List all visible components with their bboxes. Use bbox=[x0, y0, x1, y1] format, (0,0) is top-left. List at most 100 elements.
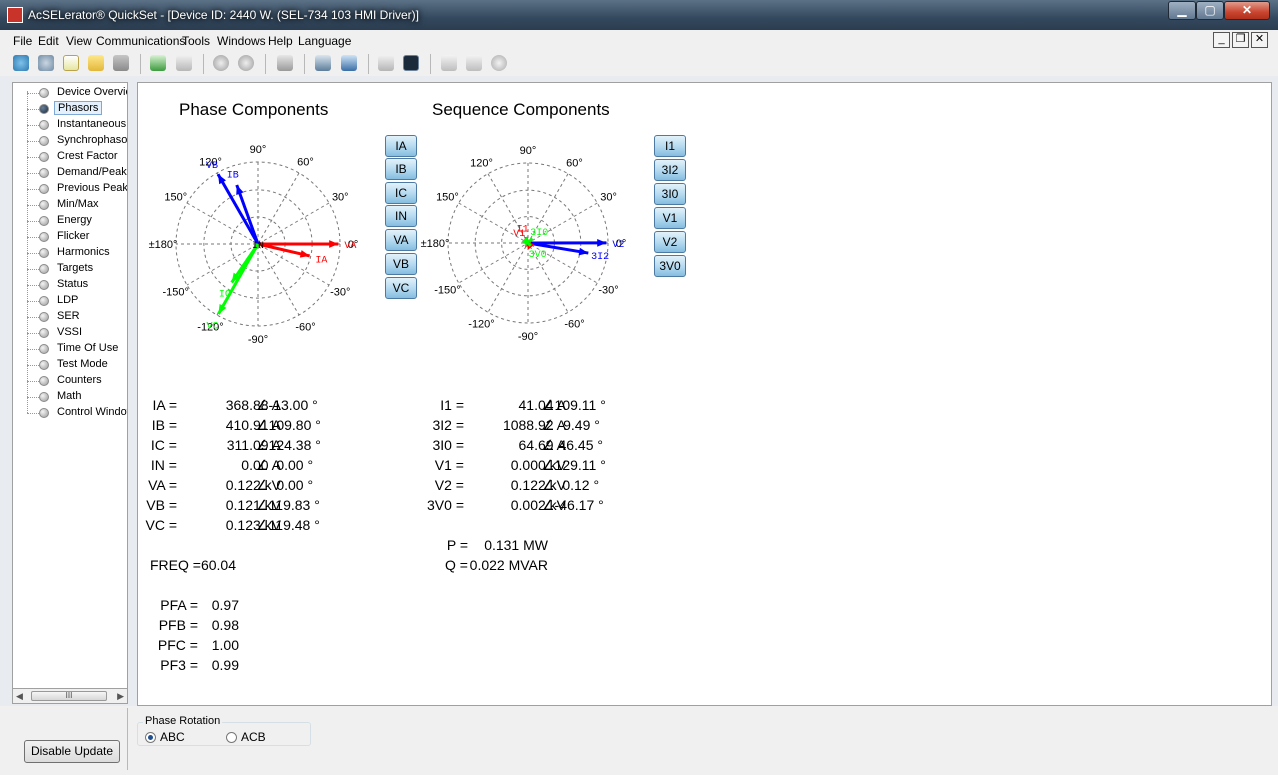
mdi-minimize-button[interactable]: _ bbox=[1213, 32, 1230, 48]
angle-label: 30° bbox=[332, 192, 349, 204]
tree-item[interactable]: Status bbox=[13, 277, 127, 293]
phasor-toggle-v1[interactable]: V1 bbox=[654, 207, 686, 229]
minimize-button[interactable]: ▁ bbox=[1168, 1, 1196, 20]
tree-item[interactable]: Counters bbox=[13, 373, 127, 389]
tree-item[interactable]: Time Of Use bbox=[13, 341, 127, 357]
menu-view[interactable]: View bbox=[66, 34, 92, 48]
phasor-toggle-v2[interactable]: V2 bbox=[654, 231, 686, 253]
tree-item[interactable]: Targets bbox=[13, 261, 127, 277]
power-icon[interactable] bbox=[213, 55, 229, 71]
export-icon[interactable] bbox=[176, 55, 192, 71]
tree-item[interactable]: SER bbox=[13, 309, 127, 325]
home-icon[interactable] bbox=[13, 55, 29, 71]
tools-icon[interactable] bbox=[277, 55, 293, 71]
reading-label: I1 = bbox=[440, 397, 464, 413]
list-icon[interactable] bbox=[466, 55, 482, 71]
phasor-toggle-3v0[interactable]: 3V0 bbox=[654, 255, 686, 277]
scroll-thumb[interactable]: III bbox=[31, 691, 107, 701]
acb-label[interactable]: ACB bbox=[241, 730, 266, 744]
upload-icon[interactable] bbox=[238, 55, 254, 71]
angle-label: -120° bbox=[468, 319, 494, 331]
title-bar: AcSELerator® QuickSet - [Device ID: 2440… bbox=[0, 0, 1278, 30]
tree-item-label: Instantaneous bbox=[57, 118, 127, 130]
tree-item[interactable]: Test Mode bbox=[13, 357, 127, 373]
sequence-polar-plot: 0°30°60°90°120°150°±180°-150°-120°-90°-6… bbox=[421, 145, 627, 343]
scroll-right-icon[interactable]: ▶ bbox=[117, 691, 124, 702]
abc-label[interactable]: ABC bbox=[160, 730, 185, 744]
menu-language[interactable]: Language bbox=[298, 34, 351, 48]
phasor-toggle-i1[interactable]: I1 bbox=[654, 135, 686, 157]
save-icon[interactable] bbox=[113, 55, 129, 71]
tree-item[interactable]: Crest Factor bbox=[13, 149, 127, 165]
disable-update-button[interactable]: Disable Update bbox=[24, 740, 120, 763]
maximize-button[interactable]: ▢ bbox=[1196, 1, 1224, 20]
tree-item[interactable]: Flicker bbox=[13, 229, 127, 245]
new-file-icon[interactable] bbox=[63, 55, 79, 71]
reading-label: IA = bbox=[152, 397, 177, 413]
open-folder-icon[interactable] bbox=[88, 55, 104, 71]
menu-edit[interactable]: Edit bbox=[38, 34, 59, 48]
phasor-toggle-va[interactable]: VA bbox=[385, 229, 417, 251]
phasor-toggle-ic[interactable]: IC bbox=[385, 182, 417, 204]
tree-item-label: Harmonics bbox=[57, 246, 110, 258]
phasor-label: V1 bbox=[513, 229, 525, 240]
settings-icon[interactable] bbox=[491, 55, 507, 71]
tree-item[interactable]: Harmonics bbox=[13, 245, 127, 261]
tree-horizontal-scrollbar[interactable]: ◀ III ▶ bbox=[12, 688, 128, 704]
app-icon[interactable] bbox=[7, 7, 23, 23]
status-dot-icon bbox=[39, 328, 49, 338]
tree-item[interactable]: LDP bbox=[13, 293, 127, 309]
phasor-toggle-vc[interactable]: VC bbox=[385, 277, 417, 299]
phasor-toggle-3i2[interactable]: 3I2 bbox=[654, 159, 686, 181]
status-dot-icon bbox=[39, 392, 49, 402]
tree-item[interactable]: Phasors bbox=[13, 101, 127, 117]
tree-item[interactable]: Math bbox=[13, 389, 127, 405]
tree-item-label: SER bbox=[57, 310, 80, 322]
scroll-left-icon[interactable]: ◀ bbox=[16, 691, 23, 702]
tree-item[interactable]: Min/Max bbox=[13, 197, 127, 213]
phasor-toggle-in[interactable]: IN bbox=[385, 205, 417, 227]
close-button[interactable]: ✕ bbox=[1224, 1, 1270, 20]
report-icon[interactable] bbox=[341, 55, 357, 71]
phasor-toggle-ib[interactable]: IB bbox=[385, 158, 417, 180]
angle-label: 120° bbox=[470, 157, 493, 169]
menu-help[interactable]: Help bbox=[268, 34, 293, 48]
status-dot-icon bbox=[39, 296, 49, 306]
navigation-tree[interactable]: Device Overview Phasors Instantaneous Synch… bbox=[12, 82, 128, 704]
meter-icon[interactable] bbox=[378, 55, 394, 71]
angle-label: -30° bbox=[330, 287, 350, 299]
phasor-label: IC bbox=[219, 289, 231, 300]
tree-item[interactable]: Energy bbox=[13, 213, 127, 229]
menu-tools[interactable]: Tools bbox=[182, 34, 210, 48]
phasor-toggle-3i0[interactable]: 3I0 bbox=[654, 183, 686, 205]
tree-item-label: Math bbox=[57, 390, 82, 402]
tree-item[interactable]: VSSI bbox=[13, 325, 127, 341]
menu-windows[interactable]: Windows bbox=[217, 34, 266, 48]
tree-item[interactable]: Synchrophasors bbox=[13, 133, 127, 149]
tree-item-label: Phasors bbox=[54, 101, 103, 115]
toolbar-separator bbox=[265, 54, 266, 74]
phasor-toggle-vb[interactable]: VB bbox=[385, 253, 417, 275]
angle-label: ±180° bbox=[421, 238, 450, 250]
tree-item[interactable]: Instantaneous bbox=[13, 117, 127, 133]
mdi-restore-button[interactable]: ❐ bbox=[1232, 32, 1249, 48]
tree-item[interactable]: Control Window bbox=[13, 405, 127, 421]
import-icon[interactable] bbox=[150, 55, 166, 71]
phasor-label: 3V0 bbox=[529, 250, 547, 261]
connect-icon[interactable] bbox=[38, 55, 54, 71]
tree-item[interactable]: Previous Peak bbox=[13, 181, 127, 197]
menu-communications[interactable]: Communications bbox=[96, 34, 185, 48]
phasor-toggle-ia[interactable]: IA bbox=[385, 135, 417, 157]
acb-radio[interactable] bbox=[226, 732, 237, 743]
reading-angle: ∠109.11 ° bbox=[542, 397, 606, 413]
mdi-close-button[interactable]: ✕ bbox=[1251, 32, 1268, 48]
tree-item[interactable]: Demand/Peak bbox=[13, 165, 127, 181]
device-icon[interactable] bbox=[315, 55, 331, 71]
abc-radio[interactable] bbox=[145, 732, 156, 743]
tree-item[interactable]: Device Overview bbox=[13, 85, 127, 101]
reading-angle: ∠129.11 ° bbox=[542, 457, 606, 473]
edit-icon[interactable] bbox=[441, 55, 457, 71]
terminal-icon[interactable] bbox=[403, 55, 419, 71]
toolbar-separator bbox=[430, 54, 431, 74]
menu-file[interactable]: File bbox=[13, 34, 32, 48]
